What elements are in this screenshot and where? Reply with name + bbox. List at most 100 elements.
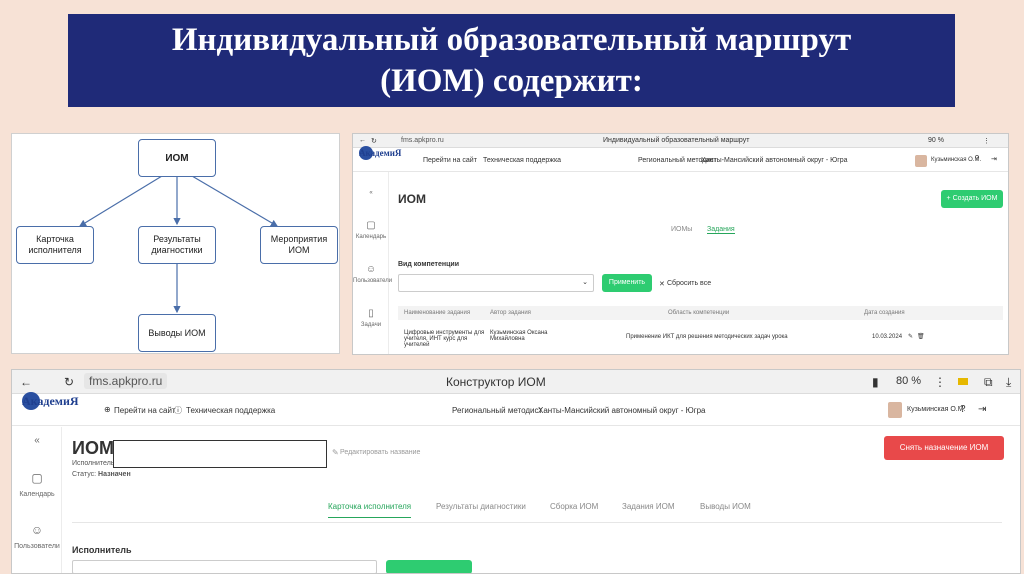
executor-action-button[interactable]	[386, 560, 472, 573]
filter-label: Вид компетенции	[398, 261, 460, 268]
user-name[interactable]: Кузьминская О.М.	[931, 157, 981, 163]
sidebar-item-tasks[interactable]: Задачи	[353, 322, 389, 328]
table-row[interactable]: Цифровые инструменты для учителя, ИНТ ку…	[398, 326, 1003, 352]
apply-button[interactable]: Применить	[602, 274, 652, 292]
col-header: Автор задания	[490, 310, 531, 316]
help-icon[interactable]: ?	[975, 155, 979, 162]
reload-icon[interactable]: ↻	[371, 137, 377, 145]
zoom-level[interactable]: 90 %	[928, 137, 944, 144]
browser-toolbar: ← ↻ fms.apkpro.ru Конструктор ИОМ ▮ 80 %…	[12, 370, 1020, 394]
bookmark-icon[interactable]: ▮	[872, 375, 879, 389]
collapse-icon[interactable]: «	[12, 435, 62, 446]
diagram-node-root: ИОМ	[138, 139, 216, 177]
sidebar-item-users[interactable]: Пользователи	[353, 278, 392, 284]
status-row: Статус: Назначен	[72, 471, 131, 478]
tab-assembly[interactable]: Сборка ИОМ	[550, 502, 598, 511]
sidebar: « ▢ Календарь ☺ Пользователи	[12, 427, 62, 573]
tab-diagnostics[interactable]: Результаты диагностики	[436, 502, 526, 511]
redacted-name-box	[113, 440, 327, 468]
create-iom-button[interactable]: + Создать ИОМ	[941, 190, 1003, 208]
calendar-icon[interactable]: ▢	[12, 471, 62, 485]
battery-icon	[958, 378, 968, 385]
close-icon[interactable]: ✕	[659, 280, 665, 288]
avatar[interactable]	[888, 402, 902, 418]
users-icon[interactable]: ☺	[353, 264, 389, 275]
avatar[interactable]	[915, 155, 927, 167]
tasks-icon[interactable]: ▯	[353, 308, 389, 319]
table-header: Наименование задания Автор задания Облас…	[398, 306, 1003, 320]
status-badge: Назначен	[98, 471, 131, 478]
reset-link[interactable]: Сбросить все	[667, 280, 711, 287]
screenshot-iom-constructor: ← ↻ fms.apkpro.ru Конструктор ИОМ ▮ 80 %…	[11, 369, 1021, 574]
logout-icon[interactable]: ⇥	[978, 404, 986, 415]
sidebar: « ▢ Календарь ☺ Пользователи ▯ Задачи	[353, 172, 392, 354]
tab-tasks[interactable]: Задания	[707, 226, 735, 234]
extensions-icon[interactable]: ⧉	[984, 375, 993, 390]
col-header: Наименование задания	[404, 310, 471, 316]
executor-label: Исполнитель	[72, 460, 113, 467]
info-icon: ⓘ	[174, 406, 182, 415]
table-cell: Применение ИКТ для решения методических …	[626, 334, 788, 340]
diagram-node-events: Мероприятия ИОМ	[260, 226, 338, 264]
region-label: Ханты-Мансийский автономный округ - Югра	[538, 406, 706, 415]
diagram-node-conclusions: Выводы ИОМ	[138, 314, 216, 352]
table-cell: Цифровые инструменты для учителя, ИНТ ку…	[404, 330, 485, 348]
slide-title: Индивидуальный образовательный маршрут (…	[171, 21, 852, 99]
back-icon[interactable]: ←	[20, 375, 32, 389]
iom-diagram: ИОМ Карточка исполнителя Результаты диаг…	[11, 133, 340, 354]
remove-assignment-button[interactable]: Снять назначение ИОМ	[884, 436, 1004, 460]
chevron-down-icon: ⌄	[582, 279, 588, 286]
sidebar-item-users[interactable]: Пользователи	[12, 543, 62, 550]
tab-executor-card[interactable]: Карточка исполнителя	[328, 502, 412, 518]
menu-icon[interactable]: ⋮	[983, 137, 990, 145]
table-cell: 10.03.2024	[872, 334, 903, 340]
zoom-level[interactable]: 80 %	[896, 375, 921, 387]
diagram-node-card: Карточка исполнителя	[16, 226, 94, 264]
address-bar[interactable]: fms.apkpro.ru	[401, 137, 444, 144]
region-label: Ханты-Мансийский автономный округ - Югра	[701, 157, 848, 164]
divider	[72, 522, 1002, 523]
competence-select[interactable]: ⌄	[398, 274, 594, 292]
app-header: АкадемиЯ Перейти на сайт Техническая под…	[353, 146, 1008, 172]
collapse-icon[interactable]: «	[353, 190, 389, 196]
pencil-icon[interactable]: ✎	[332, 448, 339, 457]
logout-icon[interactable]: ⇥	[991, 155, 997, 163]
go-site-link[interactable]: Перейти на сайт	[423, 157, 477, 164]
back-icon[interactable]: ←	[359, 137, 366, 144]
delete-icon[interactable]: 🗑	[917, 333, 925, 340]
edit-icon[interactable]: ✎	[908, 333, 913, 340]
reload-icon[interactable]: ↻	[64, 375, 74, 389]
title-banner: Индивидуальный образовательный маршрут (…	[68, 14, 955, 107]
tab-tasks[interactable]: Задания ИОМ	[622, 502, 674, 511]
help-icon[interactable]: ?	[960, 404, 966, 415]
menu-icon[interactable]: ⋮	[934, 375, 946, 389]
window-title: Индивидуальный образовательный маршрут	[603, 137, 750, 144]
download-icon[interactable]: ⤓	[1006, 375, 1011, 390]
calendar-icon[interactable]: ▢	[353, 220, 389, 231]
table-cell: Кузьминская Оксана Михайловна	[490, 330, 548, 342]
col-header: Область компетенции	[668, 310, 730, 316]
address-bar[interactable]: fms.apkpro.ru	[84, 373, 168, 389]
col-header: Дата создания	[864, 310, 905, 316]
user-name[interactable]: Кузьминская О.М.	[907, 406, 966, 413]
role-label: Региональный методист	[452, 406, 543, 415]
tab-conclusions[interactable]: Выводы ИОМ	[700, 502, 751, 511]
section-title: Исполнитель	[72, 545, 132, 555]
sidebar-item-calendar[interactable]: Календарь	[12, 491, 62, 498]
support-link[interactable]: Техническая поддержка	[483, 157, 561, 164]
screenshot-iom-list: ← ↻ fms.apkpro.ru Индивидуальный образов…	[352, 133, 1009, 355]
executor-input[interactable]	[72, 560, 377, 573]
tab-ioms[interactable]: ИОМы	[671, 226, 692, 233]
status-label: Статус:	[72, 471, 97, 478]
sidebar-item-calendar[interactable]: Календарь	[353, 234, 389, 240]
globe-icon: ⊕	[104, 405, 111, 414]
browser-toolbar: ← ↻ fms.apkpro.ru Индивидуальный образов…	[353, 134, 1008, 148]
users-icon[interactable]: ☺	[12, 523, 62, 537]
support-link[interactable]: Техническая поддержка	[186, 406, 275, 415]
app-header: АкадемиЯ ⊕ Перейти на сайт ⓘ Техническая…	[12, 392, 1020, 426]
edit-name-link[interactable]: Редактировать название	[340, 449, 420, 456]
go-site-link[interactable]: Перейти на сайт	[114, 406, 176, 415]
page-title: ИОМ	[398, 192, 426, 206]
diagram-node-results: Результаты диагностики	[138, 226, 216, 264]
window-title: Конструктор ИОМ	[446, 375, 546, 389]
